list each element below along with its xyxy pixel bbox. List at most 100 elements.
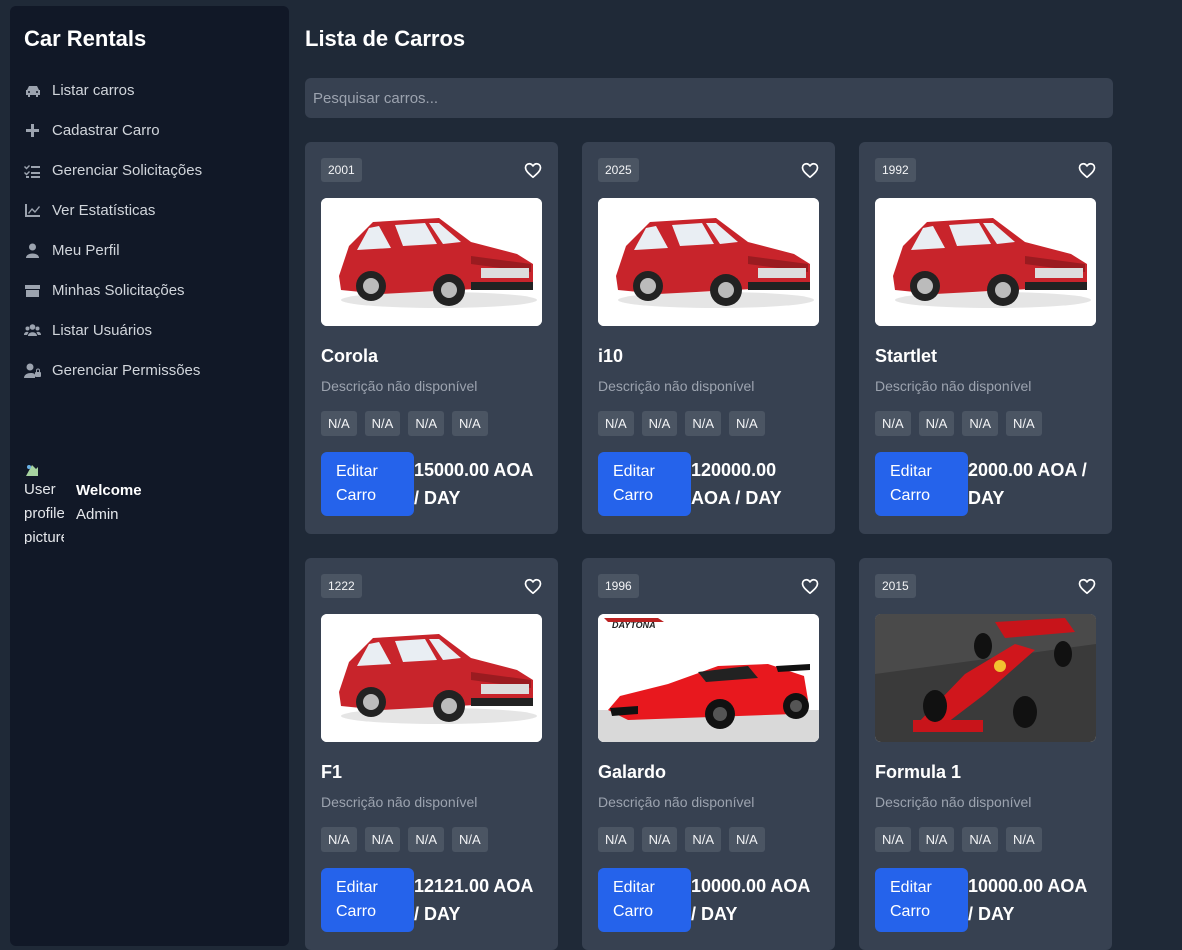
car-image: [321, 198, 542, 326]
box-icon: [24, 283, 52, 298]
car-name: Galardo: [598, 762, 667, 782]
edit-car-button[interactable]: Editar Carro: [321, 868, 414, 932]
car-grid: 2001 Corola Descrição não disponível N/A N/A…: [305, 142, 1113, 950]
spec-chip: N/A: [875, 827, 911, 852]
car-name: F1: [321, 762, 343, 782]
spec-chip: N/A: [962, 411, 999, 436]
heart-icon[interactable]: [524, 578, 542, 595]
car-card: 1222 F1 Descrição não disponível N/A N/A N/A N…: [305, 558, 558, 950]
year-badge: 2001: [321, 158, 362, 182]
main-content: Lista de Carros 2001 Corola Descrição não …: [305, 26, 1113, 950]
spec-chip: N/A: [598, 411, 634, 436]
spec-list: N/A N/A N/A N/A: [598, 827, 819, 852]
car-image: DAYTONA: [598, 614, 819, 742]
car-price: 2000.00 AOA / DAY: [968, 460, 1087, 508]
welcome-block: Welcome Admin: [76, 479, 142, 527]
sidebar-nav: Listar carros Cadastrar Carro Gerenciar So…: [24, 70, 275, 390]
sidebar-item-label: Minhas Solicitações: [52, 281, 185, 299]
car-description: Descrição não disponível: [321, 794, 478, 810]
spec-list: N/A N/A N/A N/A: [321, 411, 542, 436]
sidebar-item-label: Listar carros: [52, 81, 135, 99]
spec-chip: N/A: [452, 411, 488, 436]
spec-chip: N/A: [685, 827, 722, 852]
card-header: 1992: [875, 158, 1096, 182]
sidebar-item-label: Gerenciar Solicitações: [52, 161, 203, 179]
plus-icon: [24, 123, 52, 138]
spec-chip: N/A: [452, 827, 488, 852]
chart-line-icon: [24, 203, 52, 218]
car-name: i10: [598, 346, 624, 366]
spec-chip: N/A: [962, 827, 999, 852]
spec-chip: N/A: [1006, 827, 1042, 852]
edit-car-button[interactable]: Editar Carro: [321, 452, 414, 516]
card-footer: Editar Carro 10000.00 AOA / DAY: [875, 868, 1096, 932]
user-icon: [24, 243, 52, 258]
spec-chip: N/A: [1006, 411, 1042, 436]
car-card: 2015 Formula 1 Descrição não disponível N/A…: [859, 558, 1112, 950]
car-description: Descrição não disponível: [875, 378, 1032, 394]
edit-car-button[interactable]: Editar Carro: [875, 868, 968, 932]
spec-list: N/A N/A N/A N/A: [875, 411, 1096, 436]
car-photo-red-supercar: DAYTONA: [598, 614, 819, 742]
card-header: 2015: [875, 574, 1096, 598]
car-photo-red-hatchback: [321, 198, 542, 326]
welcome-label: Welcome: [76, 482, 142, 499]
car-name: Formula 1: [875, 762, 962, 782]
heart-icon[interactable]: [801, 578, 819, 595]
spec-list: N/A N/A N/A N/A: [875, 827, 1096, 852]
spec-chip: N/A: [641, 411, 678, 436]
sidebar: Car Rentals Listar carros Cadastrar Carro…: [10, 6, 289, 946]
spec-list: N/A N/A N/A N/A: [321, 827, 542, 852]
spec-chip: N/A: [729, 827, 765, 852]
spec-chip: N/A: [641, 827, 678, 852]
avatar: User profile picture: [24, 462, 64, 544]
sidebar-item-user[interactable]: Meu Perfil: [24, 230, 275, 270]
sidebar-item-user-lock[interactable]: Gerenciar Permissões: [24, 350, 275, 390]
sidebar-item-label: Ver Estatísticas: [52, 201, 156, 219]
car-image: [875, 198, 1096, 326]
search-input[interactable]: [305, 78, 1113, 118]
sidebar-item-users[interactable]: Listar Usuários: [24, 310, 275, 350]
user-area: User profile picture Welcome Admin: [24, 462, 142, 544]
car-description: Descrição não disponível: [598, 794, 755, 810]
edit-car-button[interactable]: Editar Carro: [598, 452, 691, 516]
card-footer: Editar Carro 15000.00 AOA / DAY: [321, 452, 542, 516]
spec-chip: N/A: [408, 411, 445, 436]
car-photo-red-f1-car: [875, 614, 1096, 742]
car-icon: [24, 83, 52, 98]
card-footer: Editar Carro 12121.00 AOA / DAY: [321, 868, 542, 932]
heart-icon[interactable]: [1078, 578, 1096, 595]
edit-car-button[interactable]: Editar Carro: [875, 452, 968, 516]
car-image: [321, 614, 542, 742]
car-price: 12121.00 AOA / DAY: [414, 876, 533, 924]
sidebar-item-plus[interactable]: Cadastrar Carro: [24, 110, 275, 150]
sidebar-item-car[interactable]: Listar carros: [24, 70, 275, 110]
car-price: 10000.00 AOA / DAY: [691, 876, 810, 924]
sidebar-item-label: Gerenciar Permissões: [52, 361, 201, 379]
car-image: [598, 198, 819, 326]
heart-icon[interactable]: [1078, 162, 1096, 179]
card-footer: Editar Carro 120000.00 AOA / DAY: [598, 452, 819, 516]
spec-chip: N/A: [598, 827, 634, 852]
spec-chip: N/A: [918, 827, 955, 852]
spec-chip: N/A: [364, 411, 401, 436]
year-badge: 1996: [598, 574, 639, 598]
user-name: Admin: [76, 506, 119, 523]
spec-chip: N/A: [408, 827, 445, 852]
card-header: 1996: [598, 574, 819, 598]
user-lock-icon: [24, 363, 52, 378]
spec-list: N/A N/A N/A N/A: [598, 411, 819, 436]
car-card: 1992 Startlet Descrição não disponível N/A N…: [859, 142, 1112, 534]
heart-icon[interactable]: [524, 162, 542, 179]
sidebar-item-box[interactable]: Minhas Solicitações: [24, 270, 275, 310]
card-footer: Editar Carro 10000.00 AOA / DAY: [598, 868, 819, 932]
card-footer: Editar Carro 2000.00 AOA / DAY: [875, 452, 1096, 516]
heart-icon[interactable]: [801, 162, 819, 179]
sidebar-item-chart-line[interactable]: Ver Estatísticas: [24, 190, 275, 230]
edit-car-button[interactable]: Editar Carro: [598, 868, 691, 932]
sidebar-item-label: Cadastrar Carro: [52, 121, 160, 139]
year-badge: 1992: [875, 158, 916, 182]
sidebar-item-list-check[interactable]: Gerenciar Solicitações: [24, 150, 275, 190]
users-icon: [24, 323, 52, 338]
car-card: 2025 i10 Descrição não disponível N/A N/A N/A…: [582, 142, 835, 534]
